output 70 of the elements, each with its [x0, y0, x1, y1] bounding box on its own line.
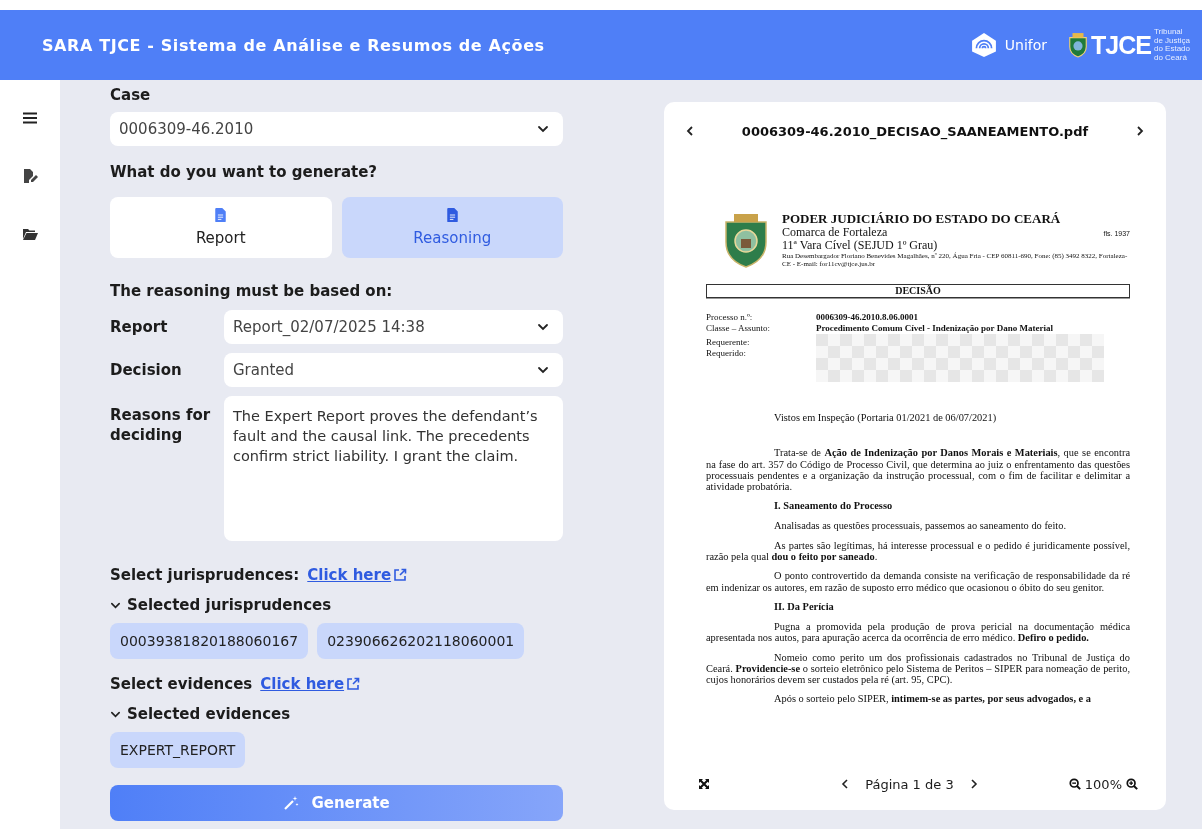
paragraph: Analisadas as questões processuais, passemos ao saneamento do feito.	[773, 520, 1068, 532]
zoom-in-icon[interactable]	[1126, 778, 1138, 790]
document-text: Procedimento Comum Cível - Indenização por Dano Material	[816, 323, 1054, 334]
document-text: Requerido:	[706, 348, 747, 359]
logo-text: TJCE	[1091, 30, 1151, 60]
document-icon	[215, 208, 227, 222]
chevron-down-icon	[537, 364, 549, 376]
folder-icon[interactable]	[22, 226, 38, 242]
text-area[interactable]: The Expert Report proves the defendant’s fault and the causal link. The precedents confirm strict liability. I grant the claim.	[224, 396, 563, 541]
chevron-right-icon[interactable]	[1134, 125, 1146, 137]
paragraph: As partes são legítimas, há interesse processual e o pedido é juridicamente possível, razão pela qual dou o feito por saneado.	[706, 539, 1130, 563]
document-text: Classe – Assunto:	[706, 323, 771, 334]
document-heading: DECISÃO	[706, 284, 1130, 298]
chevron-left-icon[interactable]	[684, 125, 696, 137]
paragraph: Pugna a promovida pela produção de prova pericial na documentação médica apresentada nos autos, para apuração acerca da ocorrência de erro médico. Defiro o pedido.	[706, 620, 1130, 644]
paragraph: Após o sorteio pelo SIPER, intimem-se as partes, por seus advogados, e a	[773, 693, 1092, 705]
field-label: Report	[110, 318, 169, 336]
tag: 00039381820188060167	[110, 623, 309, 659]
logo-subtitle: de Justiça	[1153, 36, 1190, 45]
paragraph: O ponto controvertido da demanda consiste na verificação de responsabilidade da ré em indenizar os autores, em razão de suposto erro médico que ocasionou o óbito do seu genitor.	[706, 570, 1130, 593]
document-title: PODER JUDICIÁRIO DO ESTADO DO CEARÁ	[782, 212, 1062, 226]
magic-wand-icon	[283, 795, 300, 811]
paragraph: Vistos em Inspeção (Portaria 01/2021 de 06/07/2021)	[774, 412, 998, 424]
seal-drawing	[722, 212, 770, 268]
case-dropdown[interactable]: 0006309-46.2010	[110, 112, 563, 146]
link[interactable]: Click here	[260, 675, 345, 693]
file-name: 0006309-46.2010_DECISAO_SAANEAMENTO.pdf	[741, 123, 1089, 139]
field-label: Decision	[110, 361, 183, 379]
link[interactable]: Click here	[307, 566, 392, 584]
field-label: Reasons for deciding	[110, 405, 212, 445]
tag: EXPERT_REPORT	[110, 732, 246, 768]
field-label: Select evidences	[110, 675, 253, 693]
document-icon	[446, 208, 458, 222]
logo-subtitle: do Ceará	[1153, 53, 1188, 62]
tag: 023906626202118060001	[317, 623, 525, 659]
logo-subtitle: Tribunal	[1153, 28, 1184, 37]
house-logo-icon	[970, 32, 997, 58]
field-label: Select jurisprudences:	[110, 566, 300, 584]
collapse-toggle[interactable]: Selected evidences	[110, 705, 563, 723]
logo-text: Unifor	[1004, 37, 1048, 53]
zoom-level: 100%	[1084, 776, 1122, 792]
document-text: Processo n.º:	[706, 312, 754, 323]
document-heading: II. Da Perícia	[774, 600, 835, 613]
document-text: 11ª Vara Cível (SEJUD 1º Grau)	[782, 239, 939, 252]
chevron-down-icon	[537, 321, 549, 333]
zoom-out-icon[interactable]	[1068, 778, 1081, 790]
app-title: SARA TJCE - Sistema de Análise e Resumos de Ações	[42, 35, 545, 55]
section-label: The reasoning must be based on:	[110, 282, 394, 300]
dropdown[interactable]: Granted	[224, 353, 563, 387]
field-label: Case	[110, 86, 152, 104]
paragraph: Nomeio como perito um dos profissionais cadastrados no Tribunal de Justiça do Ceará. Providencie-se o sorteio eletrônico pelo Sistema de Peritos – SIPER para nomeação de perito, cujos honorários devem ser custados pela ré (art. 95, CPC).	[706, 651, 1130, 686]
section-label: What do you want to generate?	[110, 163, 379, 181]
document-text: Requerente:	[706, 337, 751, 348]
menu-icon[interactable]	[22, 110, 38, 126]
document-text: 0006309-46.2010.8.06.0001	[816, 312, 919, 323]
shield-icon	[1067, 32, 1090, 58]
fullscreen-icon[interactable]	[698, 778, 710, 790]
external-link-icon[interactable]	[393, 568, 408, 582]
chevron-down-icon	[537, 123, 549, 135]
paragraph: Trata-se de Ação de Indenização por Danos Morais e Materiais, que se encontra na fase do art. 357 do Código de Processo Civil, que determina ao juiz o enfrentamento das questões processuais pendentes e a organização da instrução processual, com o fim de facilitar e delimitar a atividade probatória.	[706, 447, 1130, 493]
page-indicator: Página 1 de 3	[865, 776, 954, 792]
generate-option[interactable]: Reasoning	[341, 197, 563, 258]
document-text: Comarca de Fortaleza	[782, 226, 888, 239]
external-link-icon[interactable]	[346, 677, 361, 691]
collapse-toggle[interactable]: Selected jurisprudences	[110, 596, 563, 614]
dropdown[interactable]: Report_02/07/2025 14:38	[224, 310, 563, 344]
generate-option[interactable]: Report	[110, 197, 332, 258]
document-heading: I. Saneamento do Processo	[774, 500, 894, 513]
logo-subtitle: do Estado	[1153, 45, 1190, 54]
file-edit-icon[interactable]	[22, 168, 38, 184]
